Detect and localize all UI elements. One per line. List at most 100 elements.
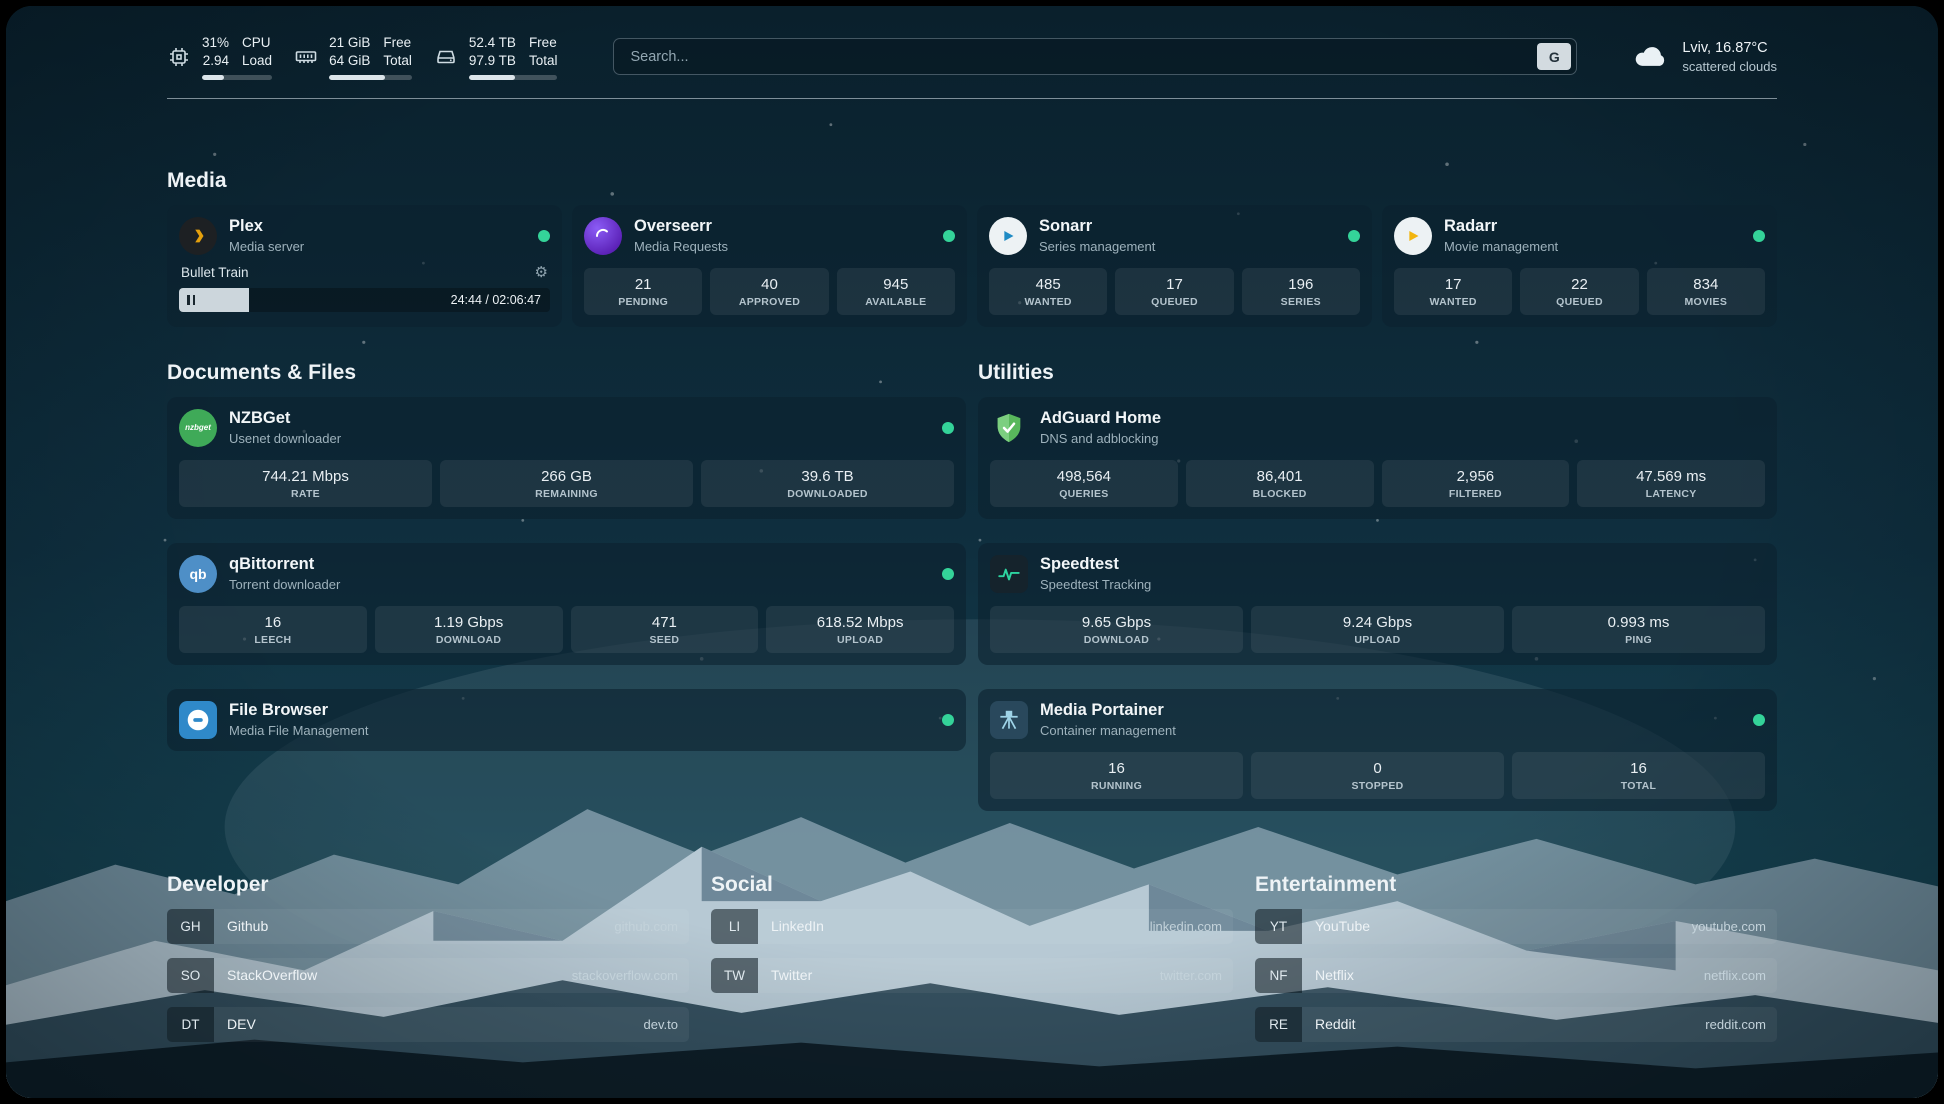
stat-stopped: 0 STOPPED <box>1251 752 1504 799</box>
section-media: Media Plex Media server <box>167 169 1777 327</box>
bookmark-dev[interactable]: DT DEV dev.to <box>167 1007 689 1042</box>
stat-ping: 0.993 ms PING <box>1512 606 1765 653</box>
bookmark-group-developer: Developer GH Github github.com SO StackO… <box>167 873 689 1056</box>
service-card-plex[interactable]: Plex Media server Bullet Train ⚙ 24:44 /… <box>167 205 562 327</box>
stat-queued: 22 QUEUED <box>1520 268 1638 315</box>
service-card-radarr[interactable]: Radarr Movie management 17 WANTED 22 QUE… <box>1382 205 1777 327</box>
status-dot <box>942 714 954 726</box>
stat-queued: 17 QUEUED <box>1115 268 1233 315</box>
disk-free: 52.4 TB <box>469 34 516 52</box>
overseerr-icon <box>584 217 622 255</box>
playback-time: 24:44 / 02:06:47 <box>451 293 541 307</box>
disk-widget: 52.4 TB 97.9 TB Free Total <box>434 34 558 80</box>
bookmark-abbr: GH <box>167 909 214 944</box>
bookmark-abbr: SO <box>167 958 214 993</box>
stat-wanted: 17 WANTED <box>1394 268 1512 315</box>
gear-icon[interactable]: ⚙ <box>535 265 548 280</box>
bookmark-url: reddit.com <box>1705 1017 1766 1032</box>
cpu-load: 2.94 <box>203 52 229 70</box>
bookmark-url: stackoverflow.com <box>572 968 678 983</box>
service-card-sonarr[interactable]: Sonarr Series management 485 WANTED 17 Q… <box>977 205 1372 327</box>
bookmark-youtube[interactable]: YT YouTube youtube.com <box>1255 909 1777 944</box>
status-dot <box>942 422 954 434</box>
service-description: Series management <box>1039 239 1155 254</box>
service-card-adguard[interactable]: AdGuard Home DNS and adblocking 498,564 … <box>978 397 1777 519</box>
service-description: Speedtest Tracking <box>1040 577 1151 592</box>
bookmark-abbr: YT <box>1255 909 1302 944</box>
stat-download: 9.65 Gbps DOWNLOAD <box>990 606 1243 653</box>
memory-progress-bar <box>329 75 412 80</box>
status-dot <box>1753 714 1765 726</box>
cpu-widget: 31% 2.94 CPU Load <box>167 34 272 80</box>
bookmark-abbr: DT <box>167 1007 214 1042</box>
service-description: Container management <box>1040 723 1176 738</box>
search-provider-button[interactable]: G <box>1537 43 1571 70</box>
section-title-documents: Documents & Files <box>167 361 966 385</box>
topbar: 31% 2.94 CPU Load <box>167 34 1777 80</box>
disk-total: 97.9 TB <box>469 52 516 70</box>
service-card-portainer[interactable]: Media Portainer Container management 16 … <box>978 689 1777 811</box>
status-dot <box>1348 230 1360 242</box>
disk-progress-fill <box>469 75 515 80</box>
bookmark-reddit[interactable]: RE Reddit reddit.com <box>1255 1007 1777 1042</box>
stat-movies: 834 MOVIES <box>1647 268 1765 315</box>
search-input[interactable] <box>628 48 1537 66</box>
cpu-usage: 31% <box>202 34 229 52</box>
bookmark-name: DEV <box>227 1016 256 1032</box>
now-playing-row: Bullet Train ⚙ <box>179 265 550 280</box>
weather-condition: scattered clouds <box>1682 59 1777 74</box>
service-description: Torrent downloader <box>229 577 340 592</box>
portainer-icon <box>990 701 1028 739</box>
bookmark-netflix[interactable]: NF Netflix netflix.com <box>1255 958 1777 993</box>
bookmark-name: YouTube <box>1315 918 1370 934</box>
memory-free: 21 GiB <box>329 34 370 52</box>
status-dot <box>943 230 955 242</box>
bookmark-url: dev.to <box>644 1017 678 1032</box>
bookmark-url: twitter.com <box>1160 968 1222 983</box>
stat-total: 16 TOTAL <box>1512 752 1765 799</box>
bookmark-github[interactable]: GH Github github.com <box>167 909 689 944</box>
bookmark-abbr: NF <box>1255 958 1302 993</box>
bookmark-stackoverflow[interactable]: SO StackOverflow stackoverflow.com <box>167 958 689 993</box>
weather-location: Lviv, 16.87°C <box>1682 40 1777 56</box>
stat-seed: 471 SEED <box>571 606 759 653</box>
stat-running: 16 RUNNING <box>990 752 1243 799</box>
stat-available: 945 AVAILABLE <box>837 268 955 315</box>
bookmark-twitter[interactable]: TW Twitter twitter.com <box>711 958 1233 993</box>
stat-remaining: 266 GB REMAINING <box>440 460 693 507</box>
nzbget-icon: nzbget <box>179 409 217 447</box>
pause-icon[interactable] <box>187 295 195 305</box>
bookmark-linkedin[interactable]: LI LinkedIn linkedin.com <box>711 909 1233 944</box>
disk-label-bottom: Total <box>529 52 558 70</box>
bookmark-name: Twitter <box>771 967 812 983</box>
bookmark-url: netflix.com <box>1704 968 1766 983</box>
qbittorrent-icon: qb <box>179 555 217 593</box>
service-description: DNS and adblocking <box>1040 431 1161 446</box>
service-card-overseerr[interactable]: Overseerr Media Requests 21 PENDING 40 A… <box>572 205 967 327</box>
disk-icon <box>434 45 458 69</box>
filebrowser-icon <box>179 701 217 739</box>
service-card-speedtest[interactable]: Speedtest Speedtest Tracking 9.65 Gbps D… <box>978 543 1777 665</box>
stat-upload: 618.52 Mbps UPLOAD <box>766 606 954 653</box>
cpu-icon <box>167 45 191 69</box>
stat-wanted: 485 WANTED <box>989 268 1107 315</box>
service-name: Speedtest <box>1040 555 1151 574</box>
cpu-label-bottom: Load <box>242 52 272 70</box>
bookmark-abbr: RE <box>1255 1007 1302 1042</box>
service-name: Media Portainer <box>1040 701 1176 720</box>
memory-progress-fill <box>329 75 384 80</box>
service-name: File Browser <box>229 701 368 720</box>
stat-queries: 498,564 QUERIES <box>990 460 1178 507</box>
service-card-qbittorrent[interactable]: qb qBittorrent Torrent downloader 16 LEE… <box>167 543 966 665</box>
section-documents: Documents & Files nzbget NZBGet Usenet d… <box>167 361 966 811</box>
disk-progress-bar <box>469 75 558 80</box>
section-title-utilities: Utilities <box>978 361 1777 385</box>
service-card-filebrowser[interactable]: File Browser Media File Management <box>167 689 966 751</box>
section-title-developer: Developer <box>167 873 689 897</box>
bookmark-group-entertainment: Entertainment YT YouTube youtube.com NF … <box>1255 873 1777 1056</box>
cpu-progress-fill <box>202 75 224 80</box>
service-card-nzbget[interactable]: nzbget NZBGet Usenet downloader 744.21 M… <box>167 397 966 519</box>
memory-icon <box>294 45 318 69</box>
service-name: Radarr <box>1444 217 1558 236</box>
disk-label-top: Free <box>529 34 558 52</box>
